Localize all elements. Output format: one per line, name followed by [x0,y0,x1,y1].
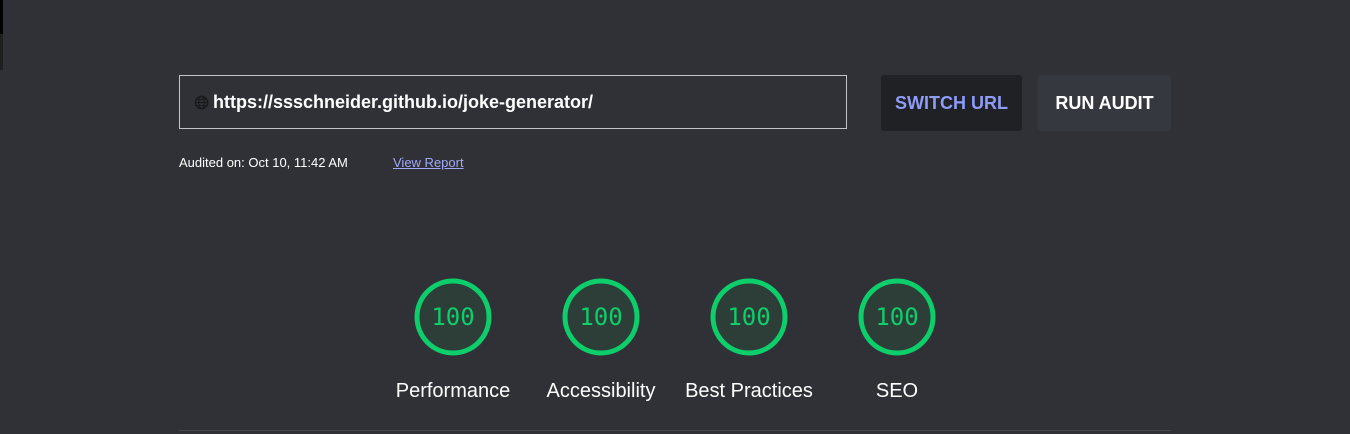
section-divider [179,430,1171,431]
url-input[interactable] [213,91,813,113]
accessibility-score-gauge[interactable]: 100 [561,277,641,357]
view-report-link[interactable]: View Report [393,155,464,170]
seo-score-value: 100 [875,303,919,331]
best-practices-score-gauge[interactable]: 100 [709,277,789,357]
audited-on-text: Audited on: Oct 10, 11:42 AM [179,155,348,170]
accessibility-score-value: 100 [579,303,623,331]
url-field[interactable] [179,75,847,129]
switch-url-button[interactable]: SWITCH URL [881,75,1022,131]
window-edge-shadow [0,34,3,70]
seo-label: SEO [875,380,919,402]
performance-score-gauge[interactable]: 100 [413,277,493,357]
window-edge-mark [0,0,3,34]
globe-icon [193,94,209,110]
run-audit-button[interactable]: RUN AUDIT [1038,75,1171,131]
performance-score-value: 100 [431,303,475,331]
best-practices-score-value: 100 [727,303,771,331]
seo-score-gauge[interactable]: 100 [857,277,937,357]
